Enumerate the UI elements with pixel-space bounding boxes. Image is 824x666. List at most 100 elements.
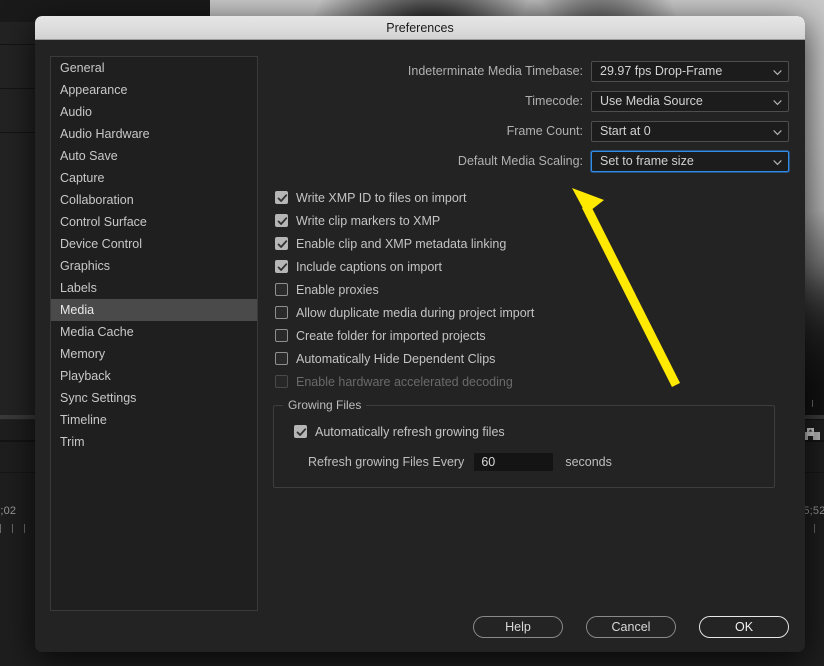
refresh-interval-unit: seconds (565, 455, 612, 469)
media-preferences-pane: Indeterminate Media Timebase: 29.97 fps D… (273, 56, 789, 488)
include-captions-on-import-checkbox[interactable] (275, 260, 288, 273)
preferences-category-list[interactable]: General Appearance Audio Audio Hardware Auto… (50, 56, 258, 611)
sidebar-item-label: Graphics (60, 259, 111, 273)
write-clip-markers-to-xmp-row[interactable]: Write clip markers to XMP (275, 209, 789, 232)
automatically-hide-dependent-clips-label: Automatically Hide Dependent Clips (296, 351, 496, 366)
sidebar-item-label: Media (60, 303, 95, 317)
sidebar-item-labels[interactable]: Labels (51, 277, 257, 299)
automatically-hide-dependent-clips-row[interactable]: Automatically Hide Dependent Clips (275, 347, 789, 370)
chevron-down-icon (773, 96, 782, 106)
enable-clip-and-xmp-metadata-linking-label: Enable clip and XMP metadata linking (296, 236, 507, 251)
sidebar-item-label: Sync Settings (60, 391, 137, 405)
dropdown-rows: Indeterminate Media Timebase: 29.97 fps D… (273, 56, 789, 176)
enable-proxies-row[interactable]: Enable proxies (275, 278, 789, 301)
chevron-down-icon (773, 156, 782, 166)
sidebar-item-label: Device Control (60, 237, 142, 251)
sidebar-item-label: Capture (60, 171, 105, 185)
create-folder-for-imported-projects-label: Create folder for imported projects (296, 328, 486, 343)
sidebar-item-media-cache[interactable]: Media Cache (51, 321, 257, 343)
timecode-left: 4;02 (0, 505, 17, 517)
indeterminate-media-timebase-select[interactable]: 29.97 fps Drop-Frame (591, 60, 789, 82)
allow-duplicate-media-during-import-checkbox[interactable] (275, 306, 288, 319)
sidebar-item-label: Playback (60, 369, 111, 383)
dialog-body: General Appearance Audio Audio Hardware Auto… (35, 40, 805, 652)
cancel-button[interactable]: Cancel (586, 616, 676, 638)
sidebar-item-general[interactable]: General (51, 57, 257, 79)
sidebar-item-media[interactable]: Media (51, 299, 257, 321)
default-media-scaling-label: Default Media Scaling: (457, 154, 583, 168)
enable-clip-and-xmp-metadata-linking-checkbox[interactable] (275, 237, 288, 250)
allow-duplicate-media-during-import-row[interactable]: Allow duplicate media during project imp… (275, 301, 789, 324)
dialog-titlebar: Preferences (35, 16, 805, 40)
timecode-select[interactable]: Use Media Source (591, 90, 789, 112)
sidebar-item-control-surface[interactable]: Control Surface (51, 211, 257, 233)
create-folder-for-imported-projects-row[interactable]: Create folder for imported projects (275, 324, 789, 347)
default-media-scaling-value: Set to frame size (600, 154, 694, 168)
enable-hardware-accelerated-decoding-row: Enable hardware accelerated decoding (275, 370, 789, 393)
sidebar-item-sync-settings[interactable]: Sync Settings (51, 387, 257, 409)
include-captions-on-import-label: Include captions on import (296, 259, 442, 274)
timecode-row: Timecode: Use Media Source (273, 86, 789, 116)
dialog-title: Preferences (386, 20, 454, 35)
sidebar-item-label: Media Cache (60, 325, 134, 339)
sidebar-item-audio-hardware[interactable]: Audio Hardware (51, 123, 257, 145)
sidebar-item-device-control[interactable]: Device Control (51, 233, 257, 255)
enable-proxies-label: Enable proxies (296, 282, 379, 297)
enable-hardware-accelerated-decoding-checkbox (275, 375, 288, 388)
timecode-label: Timecode: (525, 94, 583, 108)
sidebar-item-memory[interactable]: Memory (51, 343, 257, 365)
dialog-footer: Help Cancel OK (35, 616, 805, 638)
refresh-interval-label: Refresh growing Files Every (308, 455, 465, 469)
checkbox-list: Write XMP ID to files on import Write cli… (273, 186, 789, 393)
sidebar-item-label: Audio (60, 105, 92, 119)
chevron-down-icon (773, 66, 782, 76)
write-xmp-id-to-files-on-import-row[interactable]: Write XMP ID to files on import (275, 186, 789, 209)
auto-refresh-growing-files-label: Automatically refresh growing files (315, 424, 505, 439)
auto-refresh-growing-files-checkbox[interactable] (294, 425, 307, 438)
sidebar-item-auto-save[interactable]: Auto Save (51, 145, 257, 167)
auto-refresh-growing-files-row[interactable]: Automatically refresh growing files (294, 420, 762, 443)
sidebar-item-timeline[interactable]: Timeline (51, 409, 257, 431)
sidebar-item-appearance[interactable]: Appearance (51, 79, 257, 101)
enable-proxies-checkbox[interactable] (275, 283, 288, 296)
default-media-scaling-row: Default Media Scaling: Set to frame size (273, 146, 789, 176)
default-media-scaling-select[interactable]: Set to frame size (591, 150, 789, 172)
enable-hardware-accelerated-decoding-label: Enable hardware accelerated decoding (296, 374, 513, 389)
automatically-hide-dependent-clips-checkbox[interactable] (275, 352, 288, 365)
sidebar-item-playback[interactable]: Playback (51, 365, 257, 387)
refresh-interval-row: Refresh growing Files Every 60 seconds (308, 453, 762, 471)
frame-count-label: Frame Count: (506, 124, 583, 138)
sidebar-item-label: Timeline (60, 413, 107, 427)
sidebar-item-capture[interactable]: Capture (51, 167, 257, 189)
refresh-interval-input[interactable]: 60 (474, 453, 554, 471)
indeterminate-media-timebase-row: Indeterminate Media Timebase: 29.97 fps D… (273, 56, 789, 86)
allow-duplicate-media-during-import-label: Allow duplicate media during project imp… (296, 305, 535, 320)
frame-count-select[interactable]: Start at 0 (591, 120, 789, 142)
help-button[interactable]: Help (473, 616, 563, 638)
sidebar-item-label: Control Surface (60, 215, 147, 229)
create-folder-for-imported-projects-checkbox[interactable] (275, 329, 288, 342)
sidebar-item-label: General (60, 61, 105, 75)
sidebar-item-label: Trim (60, 435, 85, 449)
sidebar-item-label: Auto Save (60, 149, 118, 163)
sidebar-item-label: Collaboration (60, 193, 134, 207)
sidebar-item-audio[interactable]: Audio (51, 101, 257, 123)
frame-count-row: Frame Count: Start at 0 (273, 116, 789, 146)
indeterminate-media-timebase-label: Indeterminate Media Timebase: (407, 64, 583, 78)
sidebar-item-trim[interactable]: Trim (51, 431, 257, 453)
indeterminate-media-timebase-value: 29.97 fps Drop-Frame (600, 64, 723, 78)
ok-button[interactable]: OK (699, 616, 789, 638)
write-xmp-id-to-files-on-import-checkbox[interactable] (275, 191, 288, 204)
timecode-value: Use Media Source (600, 94, 703, 108)
sidebar-item-graphics[interactable]: Graphics (51, 255, 257, 277)
preferences-dialog: Preferences General Appearance Audio Audio … (35, 16, 805, 652)
include-captions-on-import-row[interactable]: Include captions on import (275, 255, 789, 278)
write-xmp-id-to-files-on-import-label: Write XMP ID to files on import (296, 190, 467, 205)
write-clip-markers-to-xmp-label: Write clip markers to XMP (296, 213, 441, 228)
frame-count-value: Start at 0 (600, 124, 651, 138)
growing-files-group: Growing Files Automatically refresh grow… (273, 398, 775, 488)
sidebar-item-collaboration[interactable]: Collaboration (51, 189, 257, 211)
growing-files-title: Growing Files (283, 398, 367, 412)
write-clip-markers-to-xmp-checkbox[interactable] (275, 214, 288, 227)
enable-clip-and-xmp-metadata-linking-row[interactable]: Enable clip and XMP metadata linking (275, 232, 789, 255)
